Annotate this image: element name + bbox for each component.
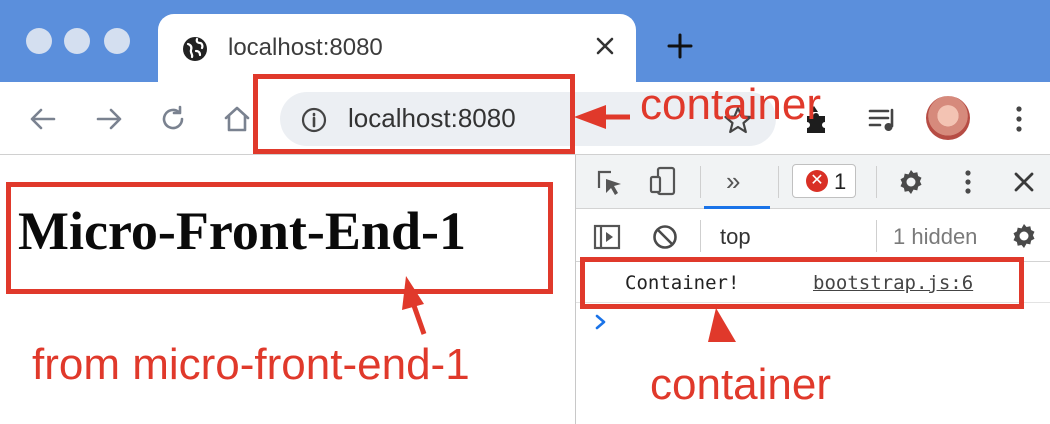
console-highlight-box xyxy=(580,257,1024,309)
close-devtools-icon[interactable] xyxy=(1009,167,1039,197)
inspect-icon[interactable] xyxy=(594,168,624,198)
menu-icon[interactable] xyxy=(1002,102,1036,136)
plus-icon[interactable] xyxy=(664,30,696,62)
more-tabs-button[interactable]: » xyxy=(726,166,740,197)
window-zoom-dot[interactable] xyxy=(104,28,130,54)
heading-annotation-label: from micro-front-end-1 xyxy=(32,340,470,389)
home-icon[interactable] xyxy=(220,102,254,136)
tab-title: localhost:8080 xyxy=(228,34,383,61)
hidden-messages-count[interactable]: 1 hidden xyxy=(893,224,977,250)
window-minimize-dot[interactable] xyxy=(64,28,90,54)
error-count: 1 xyxy=(834,169,847,194)
avatar[interactable] xyxy=(926,96,970,140)
heading-highlight-box xyxy=(6,182,553,294)
url-annotation-label: container xyxy=(640,80,822,129)
close-icon[interactable] xyxy=(591,32,619,60)
devtools-separator xyxy=(876,166,877,198)
reload-icon[interactable] xyxy=(156,102,190,136)
devtools-separator xyxy=(700,220,701,252)
error-icon: ✕ xyxy=(806,170,828,192)
console-settings-icon[interactable] xyxy=(1009,221,1039,251)
url-highlight-box xyxy=(253,74,575,154)
media-icon[interactable] xyxy=(866,102,900,136)
context-selector[interactable]: top xyxy=(720,224,751,250)
forward-icon[interactable] xyxy=(92,102,126,136)
active-tab-indicator xyxy=(704,206,770,209)
devtools-separator xyxy=(700,166,701,198)
back-icon[interactable] xyxy=(26,102,60,136)
devtools-menu-icon[interactable] xyxy=(953,167,983,197)
device-toolbar-icon[interactable] xyxy=(648,166,678,196)
clear-console-icon[interactable] xyxy=(650,222,680,252)
devtools-separator xyxy=(778,166,779,198)
globe-icon xyxy=(183,37,207,61)
gear-icon[interactable] xyxy=(896,167,926,197)
console-toolbar xyxy=(576,210,1050,262)
chevron-right-icon[interactable] xyxy=(592,312,610,332)
devtools-separator xyxy=(876,220,877,252)
window-close-dot[interactable] xyxy=(26,28,52,54)
sidebar-toggle-icon[interactable] xyxy=(592,222,622,252)
console-annotation-label: container xyxy=(650,360,832,409)
